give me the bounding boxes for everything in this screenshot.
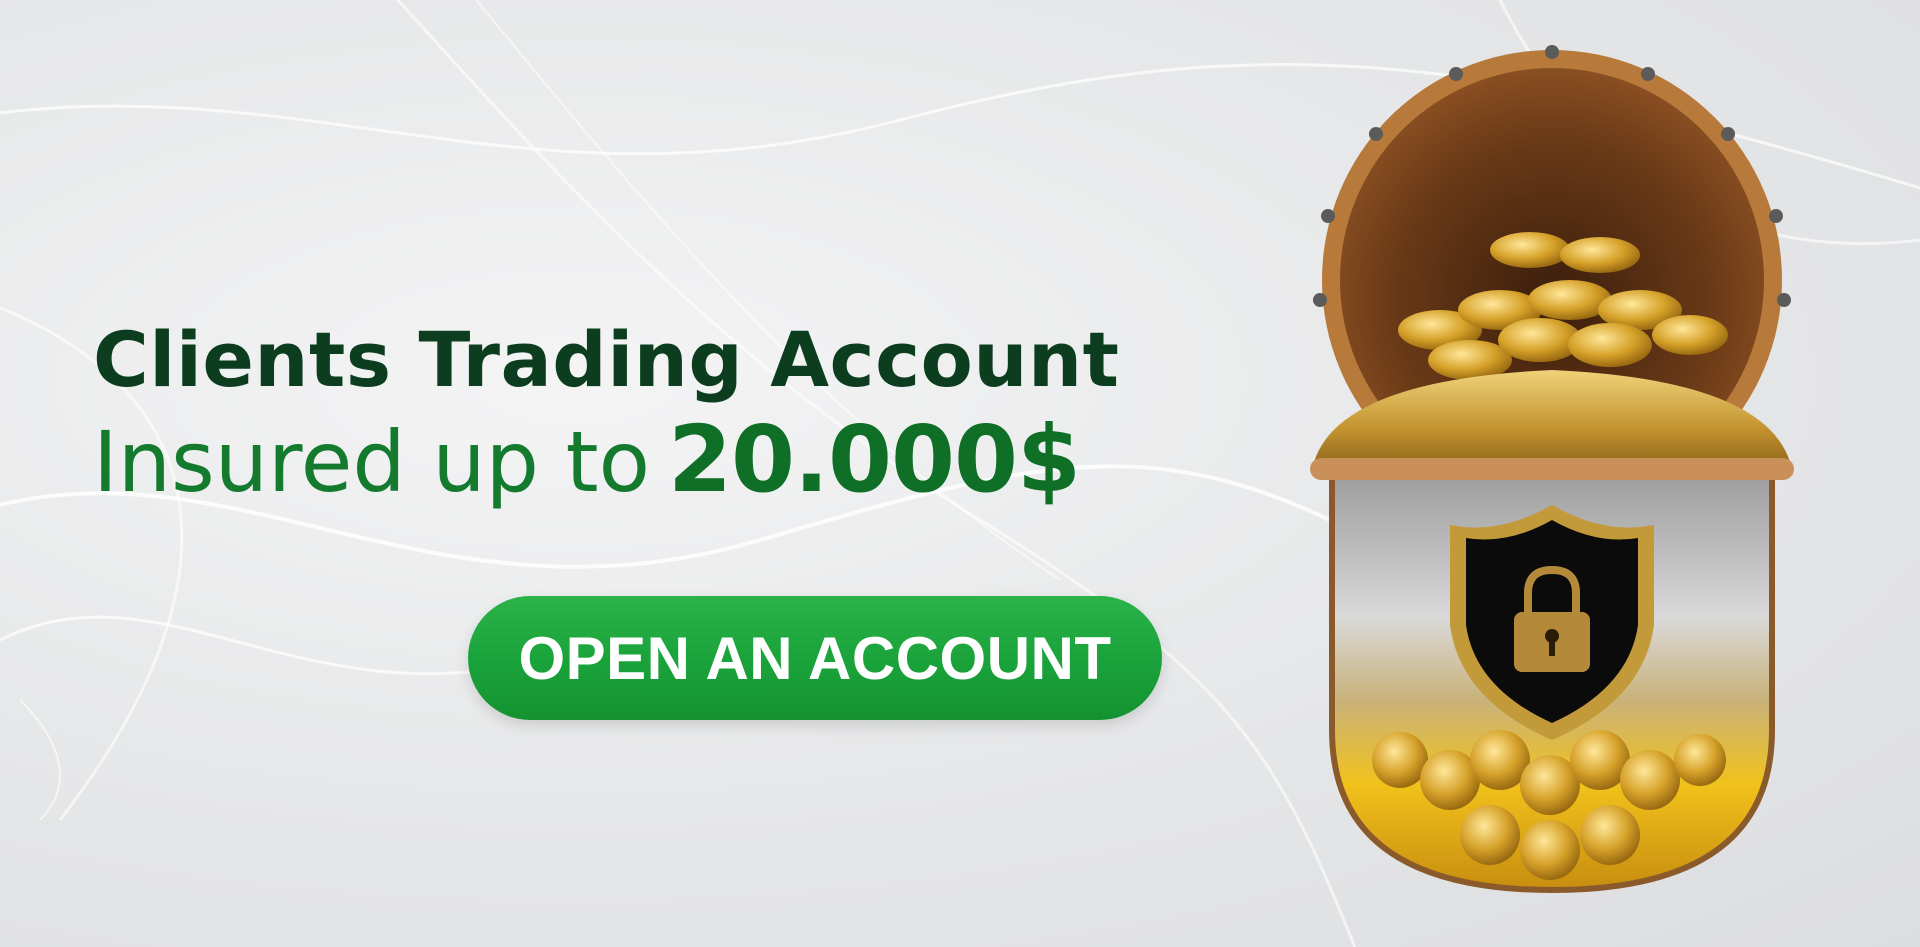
- headline-title: Clients Trading Account: [93, 315, 1120, 404]
- headline: Clients Trading Account Insured up to 20.…: [93, 312, 1193, 538]
- insured-amount: 20.000$: [668, 406, 1081, 513]
- open-account-button-label: OPEN AN ACCOUNT: [518, 624, 1112, 692]
- headline-subtitle: Insured up to 20.000$: [93, 408, 1193, 538]
- open-account-button[interactable]: OPEN AN ACCOUNT: [468, 596, 1162, 720]
- promo-banner: Clients Trading Account Insured up to 20.…: [0, 0, 1920, 947]
- headline-prefix: Insured up to: [93, 413, 650, 511]
- vault-shield-lock-icon: [1310, 45, 1794, 894]
